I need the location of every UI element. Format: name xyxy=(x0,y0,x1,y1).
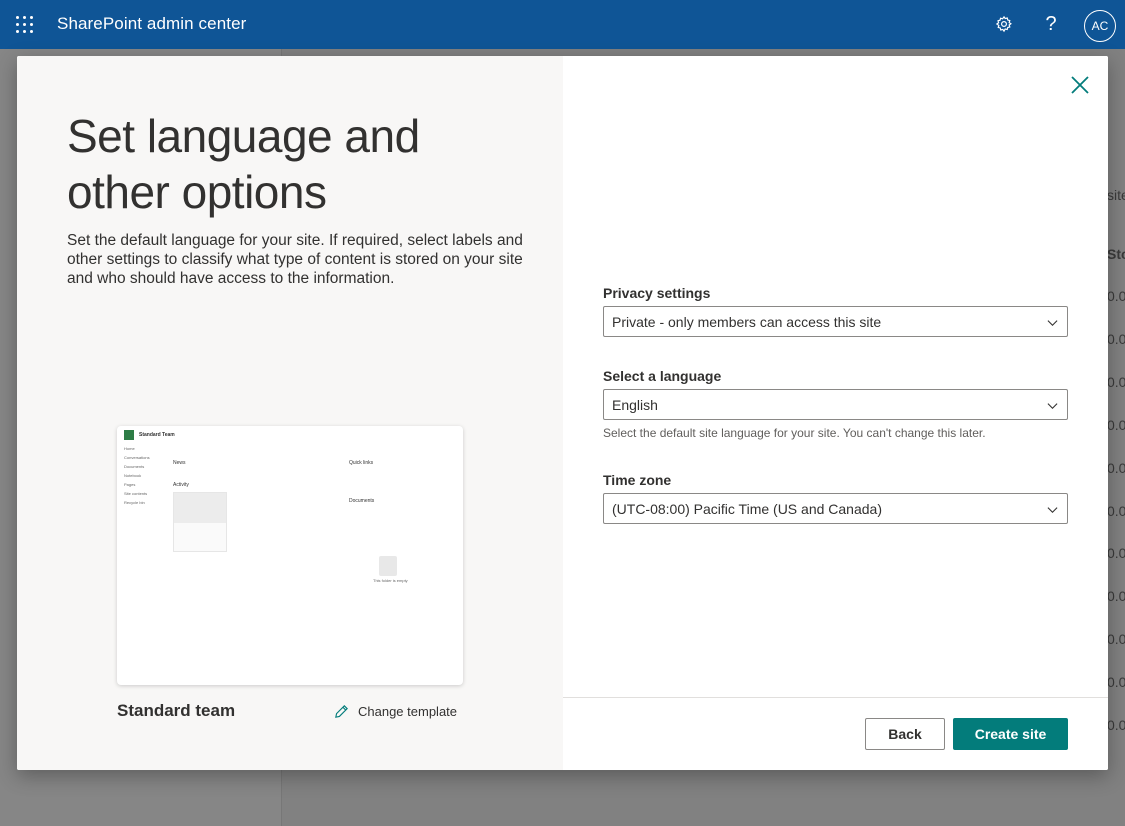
preview-nav-item: Home xyxy=(124,446,135,451)
footer-divider xyxy=(563,697,1108,698)
app-launcher-icon[interactable] xyxy=(16,16,33,33)
preview-site-title: Standard Team xyxy=(139,432,175,438)
preview-empty-folder-icon xyxy=(379,556,397,576)
preview-quick-links-heading: Quick links xyxy=(349,460,374,466)
preview-nav-item: Pages xyxy=(124,482,136,487)
chevron-down-icon xyxy=(1047,320,1058,327)
privacy-select[interactable]: Private - only members can access this s… xyxy=(603,306,1068,337)
background-cell: 0.00 xyxy=(1107,288,1125,304)
background-cell: 0.00 xyxy=(1107,460,1125,476)
background-cell: 0.00 xyxy=(1107,417,1125,433)
background-column-header: Sto xyxy=(1107,246,1125,262)
language-hint: Select the default site language for you… xyxy=(603,426,986,440)
help-icon[interactable]: ? xyxy=(1039,12,1063,36)
preview-nav-item: Recycle bin xyxy=(124,500,145,505)
avatar[interactable]: AC xyxy=(1084,10,1116,42)
dialog-right-pane: Privacy settings Private - only members … xyxy=(563,56,1108,770)
background-cell: 0.00 xyxy=(1107,545,1125,561)
edit-pencil-icon xyxy=(335,704,348,718)
preview-nav-item: Documents xyxy=(124,464,145,469)
preview-site-logo xyxy=(124,430,134,440)
create-site-dialog: Set language and other options Set the d… xyxy=(17,56,1108,770)
preview-documents-heading: Documents xyxy=(349,498,375,504)
background-cell: 0.00 xyxy=(1107,331,1125,347)
timezone-value: (UTC-08:00) Pacific Time (US and Canada) xyxy=(612,501,882,517)
dialog-heading: Set language and other options xyxy=(67,110,420,218)
template-name: Standard team xyxy=(117,701,236,720)
background-cell: 0.00 xyxy=(1107,588,1125,604)
close-button[interactable] xyxy=(1069,74,1091,96)
preview-news-heading: News xyxy=(173,460,186,466)
background-cell: 0.00 xyxy=(1107,631,1125,647)
app-title[interactable]: SharePoint admin center xyxy=(57,14,246,34)
create-site-button[interactable]: Create site xyxy=(953,718,1068,750)
language-label: Select a language xyxy=(603,368,722,384)
chevron-down-icon xyxy=(1047,403,1058,410)
timezone-select[interactable]: (UTC-08:00) Pacific Time (US and Canada) xyxy=(603,493,1068,524)
background-text: site xyxy=(1107,187,1125,203)
change-template-link[interactable]: Change template xyxy=(333,701,457,721)
preview-empty-text: This folder is empty xyxy=(373,578,408,583)
privacy-label: Privacy settings xyxy=(603,285,711,301)
template-preview: Standard Team Home Conversations Documen… xyxy=(117,426,463,685)
change-template-label: Change template xyxy=(358,703,458,719)
close-icon xyxy=(1071,76,1089,94)
dialog-description: Set the default language for your site. … xyxy=(67,232,523,287)
privacy-value: Private - only members can access this s… xyxy=(612,314,882,330)
background-cell: 0.00 xyxy=(1107,674,1125,690)
preview-nav-item: Conversations xyxy=(124,455,150,460)
preview-nav-item: Site contents xyxy=(124,491,148,496)
background-cell: 0.00 xyxy=(1107,717,1125,733)
background-cell: 0.00 xyxy=(1107,503,1125,519)
preview-activity-card xyxy=(173,492,227,552)
top-bar: SharePoint admin center ? AC xyxy=(0,0,1125,49)
language-select[interactable]: English xyxy=(603,389,1068,420)
back-button[interactable]: Back xyxy=(865,718,945,750)
timezone-label: Time zone xyxy=(603,472,672,488)
background-cell: 0.00 xyxy=(1107,374,1125,390)
preview-nav-item: Notebook xyxy=(124,473,142,478)
settings-gear-icon[interactable] xyxy=(992,12,1016,36)
language-value: English xyxy=(612,397,658,413)
dialog-left-pane: Set language and other options Set the d… xyxy=(17,56,563,770)
preview-activity-heading: Activity xyxy=(173,482,189,488)
chevron-down-icon xyxy=(1047,507,1058,514)
